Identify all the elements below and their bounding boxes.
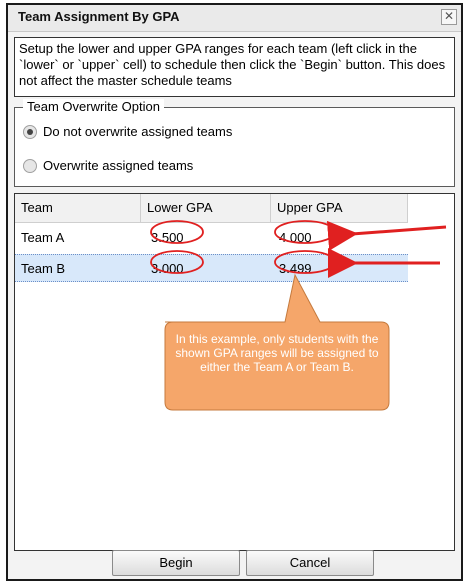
column-header-upper-gpa[interactable]: Upper GPA <box>271 194 408 222</box>
team-overwrite-group: Team Overwrite Option Do not overwrite a… <box>14 99 455 187</box>
upper-gpa-cell[interactable]: 4.000 <box>271 224 408 252</box>
instructions-text: Setup the lower and upper GPA ranges for… <box>14 37 455 97</box>
dialog-footer: Begin Cancel <box>8 545 461 579</box>
title-bar: Team Assignment By GPA ✕ <box>8 5 461 32</box>
radio-selected-icon[interactable] <box>23 124 37 139</box>
callout-text: In this example, only students with the … <box>175 332 379 374</box>
column-header-team[interactable]: Team <box>15 194 141 222</box>
team-cell: Team A <box>21 230 65 245</box>
column-header-lower-gpa[interactable]: Lower GPA <box>141 194 271 222</box>
table-row[interactable]: Team A 3.500 4.000 <box>15 224 408 252</box>
radio-label: Do not overwrite assigned teams <box>43 124 233 139</box>
dialog-title: Team Assignment By GPA <box>18 9 180 24</box>
team-overwrite-legend: Team Overwrite Option <box>23 99 164 114</box>
upper-gpa-cell[interactable]: 3.499 <box>271 255 408 283</box>
team-cell: Team B <box>21 261 66 276</box>
table-row-selected[interactable]: Team B 3.000 3.499 <box>15 254 408 282</box>
grid-header: Team Lower GPA Upper GPA <box>15 194 408 223</box>
radio-do-not-overwrite[interactable]: Do not overwrite assigned teams <box>23 124 232 139</box>
radio-unselected-icon[interactable] <box>23 158 37 173</box>
close-icon[interactable]: ✕ <box>441 9 457 25</box>
cancel-button[interactable]: Cancel <box>246 550 374 576</box>
lower-gpa-cell[interactable]: 3.500 <box>141 224 271 252</box>
radio-overwrite[interactable]: Overwrite assigned teams <box>23 158 193 173</box>
radio-label: Overwrite assigned teams <box>43 158 194 173</box>
begin-button[interactable]: Begin <box>112 550 240 576</box>
lower-gpa-cell[interactable]: 3.000 <box>141 255 271 283</box>
team-assignment-dialog: Team Assignment By GPA ✕ Setup the lower… <box>6 3 463 581</box>
